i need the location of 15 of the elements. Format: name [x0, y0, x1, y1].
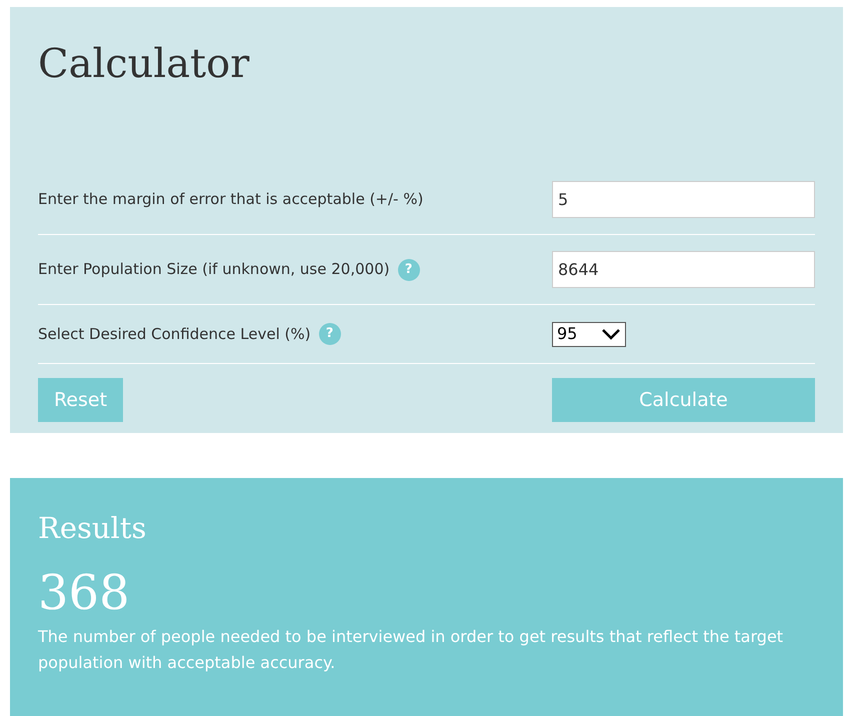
- input-field[interactable]: 8644: [552, 251, 815, 288]
- calculate-button[interactable]: Calculate: [552, 378, 815, 422]
- calculator-title: Calculator: [38, 40, 250, 88]
- help-icon[interactable]: ?: [398, 258, 420, 280]
- field-label: Enter Population Size (if unknown, use 20,000): [38, 259, 390, 280]
- results-title: Results: [38, 510, 146, 546]
- confidence-select[interactable]: 95: [552, 322, 626, 346]
- result-value: 368: [38, 566, 130, 620]
- result-description: The number of people needed to be interviewed in order to get results that reflect the target population with acceptable accuracy.: [38, 626, 784, 674]
- reset-button[interactable]: Reset: [38, 378, 123, 422]
- field-label: Enter the margin of error that is acceptable (+/- %): [38, 189, 424, 210]
- chevron-down-icon: [601, 328, 621, 340]
- field-label: Select Desired Confidence Level (%): [38, 324, 311, 345]
- input-field[interactable]: 5: [552, 181, 815, 218]
- help-icon[interactable]: ?: [318, 323, 341, 345]
